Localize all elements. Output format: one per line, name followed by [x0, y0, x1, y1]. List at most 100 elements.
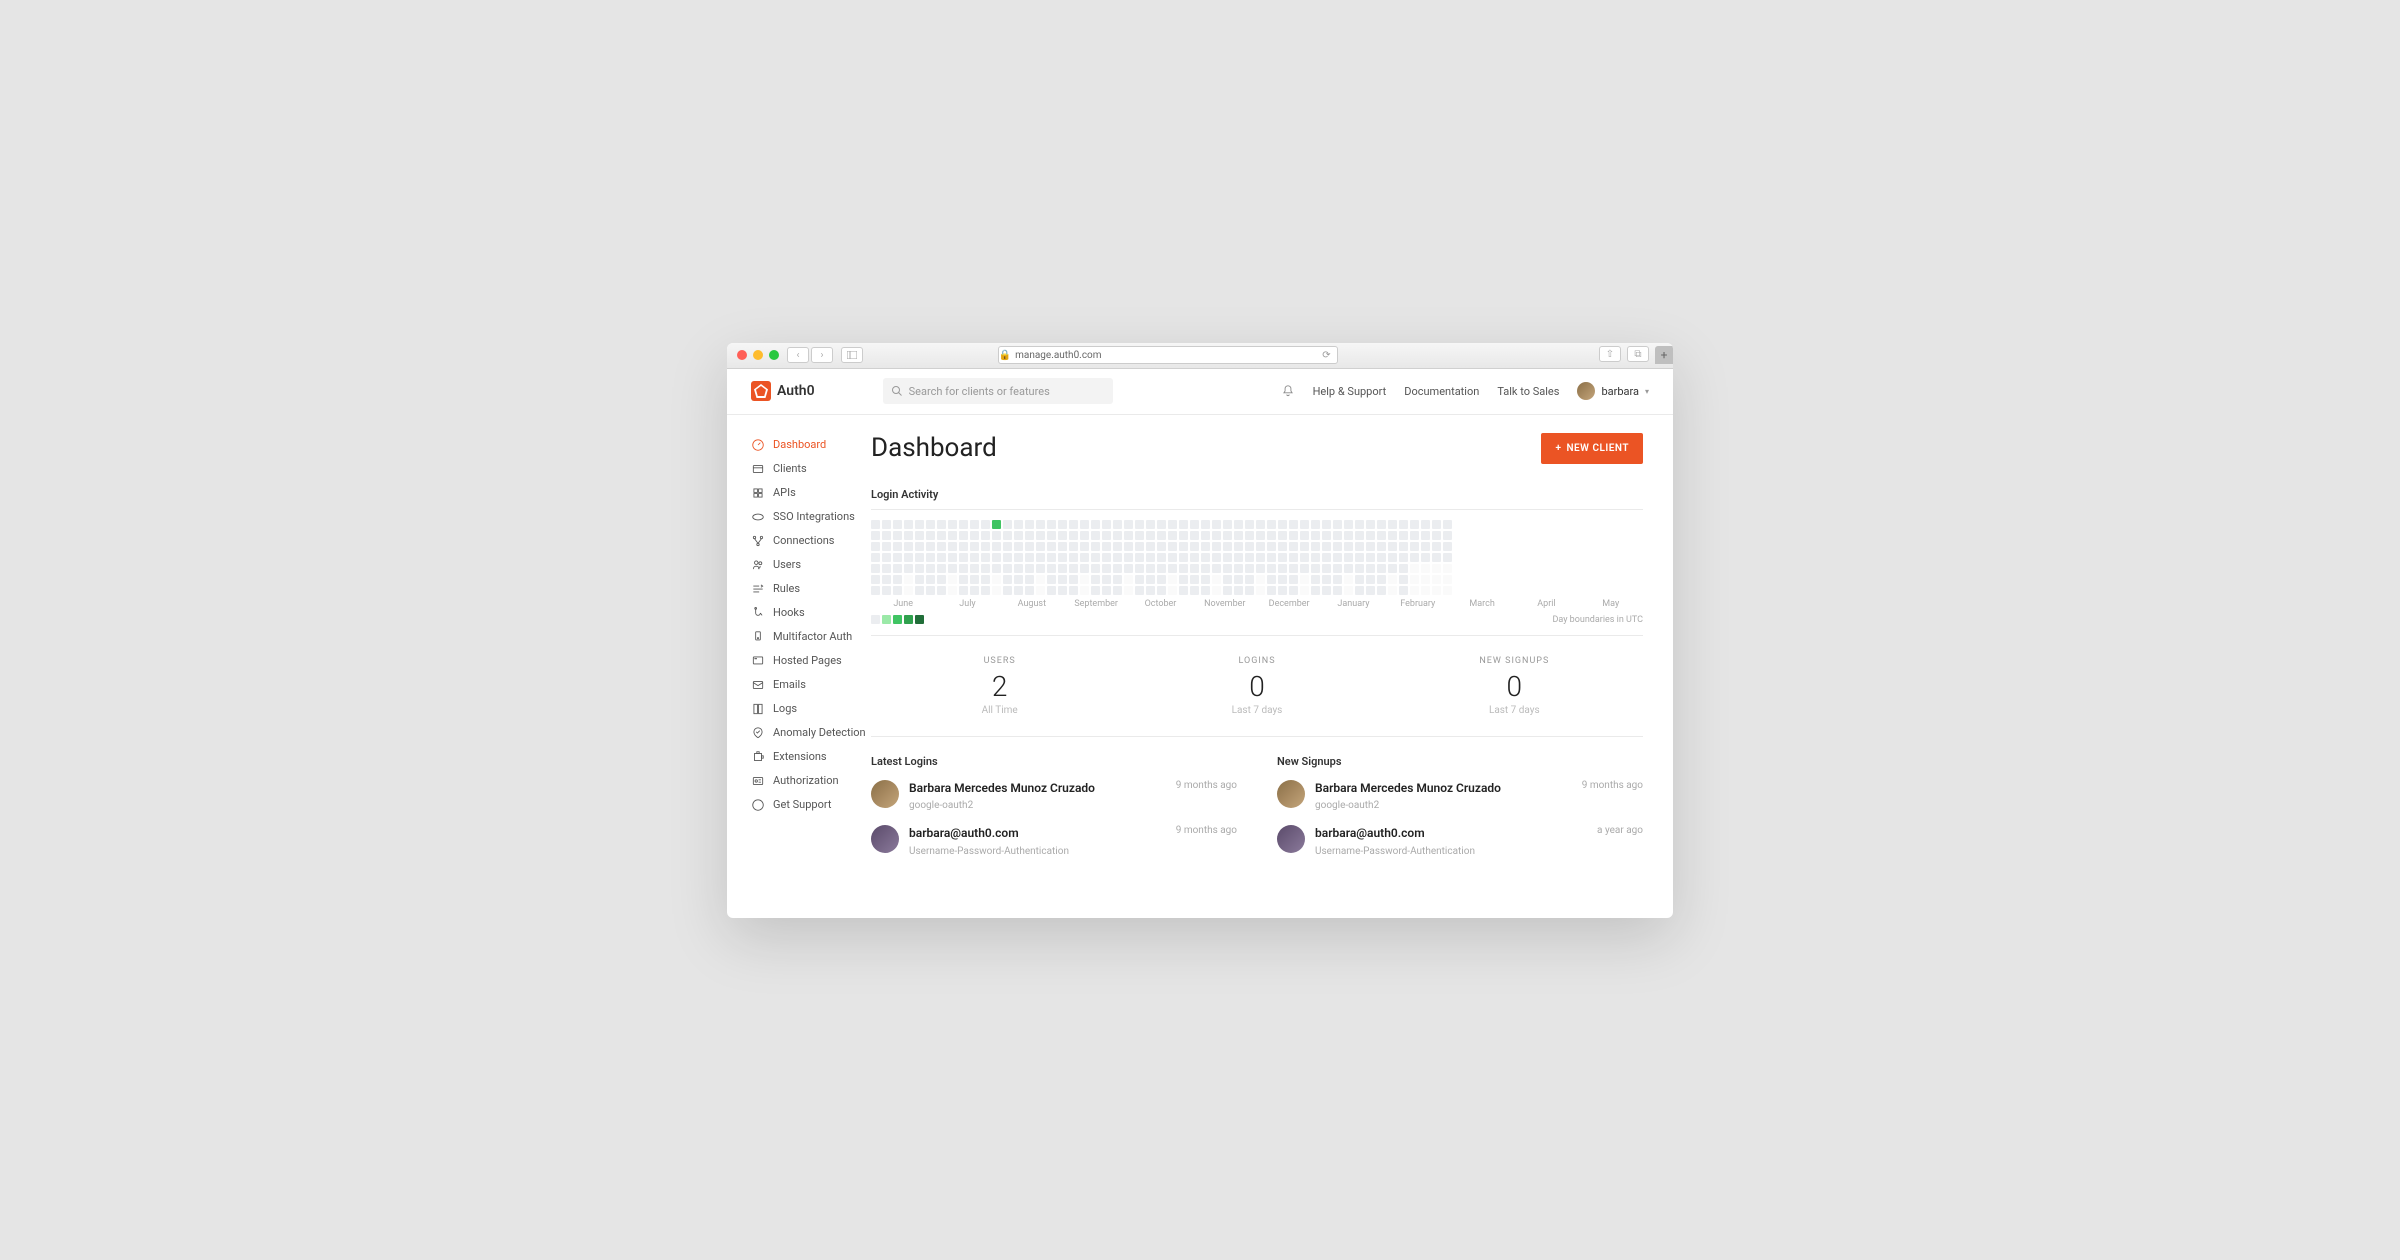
sidebar-item-label: Hosted Pages: [773, 654, 842, 667]
back-button[interactable]: ‹: [787, 347, 809, 363]
list-item[interactable]: barbara@auth0.comUsername-Password-Authe…: [871, 825, 1237, 857]
avatar: [871, 780, 899, 808]
page-title: Dashboard: [871, 433, 997, 463]
maximize-window-icon[interactable]: [769, 350, 779, 360]
forward-button[interactable]: ›: [811, 347, 833, 363]
help-link[interactable]: Help & Support: [1313, 385, 1387, 398]
activity-title: Login Activity: [871, 488, 1643, 501]
sidebar-item-hooks[interactable]: Hooks: [751, 601, 871, 625]
notifications-icon[interactable]: [1281, 384, 1295, 398]
browser-chrome: ‹ › 🔒 manage.auth0.com ⟳ ⇧ ⧉ +: [727, 343, 1673, 369]
sidebar-item-label: Anomaly Detection: [773, 726, 866, 739]
search-input[interactable]: Search for clients or features: [883, 378, 1113, 404]
sidebar: Dashboard Clients APIs SSO Integrations Conn…: [727, 415, 871, 918]
sidebar-item-label: Multifactor Auth: [773, 630, 852, 643]
new-client-button[interactable]: + NEW CLIENT: [1541, 433, 1643, 464]
avatar: [1577, 382, 1595, 400]
sidebar-item-label: Extensions: [773, 750, 827, 763]
support-icon: [751, 798, 765, 812]
close-window-icon[interactable]: [737, 350, 747, 360]
brand-logo[interactable]: Auth0: [751, 381, 815, 401]
list-item[interactable]: Barbara Mercedes Munoz Cruzadogoogle-oau…: [871, 780, 1237, 812]
anomaly-icon: [751, 726, 765, 740]
lock-icon: 🔒: [999, 350, 1011, 361]
sidebar-item-logs[interactable]: Logs: [751, 697, 871, 721]
apis-icon: [751, 486, 765, 500]
url-text: manage.auth0.com: [1015, 350, 1101, 361]
logs-icon: [751, 702, 765, 716]
app-topbar: Auth0 Search for clients or features Hel…: [727, 369, 1673, 415]
login-heatmap: [871, 520, 1643, 595]
share-icon[interactable]: ⇧: [1599, 346, 1621, 362]
logo-icon: [751, 381, 771, 401]
avatar: [1277, 780, 1305, 808]
sidebar-item-support[interactable]: Get Support: [751, 793, 871, 817]
authorization-icon: [751, 774, 765, 788]
stat-users: USERS2All Time: [871, 656, 1128, 716]
sidebar-item-label: Connections: [773, 534, 834, 547]
sidebar-item-hosted[interactable]: Hosted Pages: [751, 649, 871, 673]
hosted-icon: [751, 654, 765, 668]
avatar: [871, 825, 899, 853]
browser-window: ‹ › 🔒 manage.auth0.com ⟳ ⇧ ⧉ + Auth0 Sea…: [727, 343, 1673, 918]
extensions-icon: [751, 750, 765, 764]
tabs-icon[interactable]: ⧉: [1627, 346, 1649, 362]
sidebar-item-users[interactable]: Users: [751, 553, 871, 577]
sidebar-item-label: SSO Integrations: [773, 510, 855, 523]
stat-new-signups: NEW SIGNUPS0Last 7 days: [1386, 656, 1643, 716]
chevron-down-icon: ▾: [1645, 387, 1649, 396]
sidebar-item-clients[interactable]: Clients: [751, 457, 871, 481]
sidebar-item-label: Rules: [773, 582, 800, 595]
sidebar-item-authorization[interactable]: Authorization: [751, 769, 871, 793]
list-item[interactable]: barbara@auth0.comUsername-Password-Authe…: [1277, 825, 1643, 857]
new-tab-button[interactable]: +: [1655, 346, 1673, 364]
sidebar-item-label: Get Support: [773, 798, 831, 811]
logins-list: Latest Logins Barbara Mercedes Munoz Cruz…: [871, 755, 1237, 872]
docs-link[interactable]: Documentation: [1404, 385, 1479, 398]
heatmap-footer: Day boundaries in UTC: [1552, 615, 1643, 625]
sidebar-item-rules[interactable]: Rules: [751, 577, 871, 601]
emails-icon: [751, 678, 765, 692]
lists-row: Latest Logins Barbara Mercedes Munoz Cruz…: [871, 755, 1643, 872]
sidebar-item-label: Clients: [773, 462, 807, 475]
hooks-icon: [751, 606, 765, 620]
clients-icon: [751, 462, 765, 476]
list-title: New Signups: [1277, 755, 1643, 768]
heatmap-months: JuneJulyAugustSeptemberOctoberNovemberDe…: [871, 599, 1643, 609]
sidebar-item-anomaly[interactable]: Anomaly Detection: [751, 721, 871, 745]
sidebar-item-sso[interactable]: SSO Integrations: [751, 505, 871, 529]
sidebar-item-dashboard[interactable]: Dashboard: [751, 433, 871, 457]
plus-icon: +: [1555, 443, 1561, 454]
minimize-window-icon[interactable]: [753, 350, 763, 360]
sidebar-item-mfa[interactable]: Multifactor Auth: [751, 625, 871, 649]
sales-link[interactable]: Talk to Sales: [1497, 385, 1559, 398]
sidebar-item-label: Emails: [773, 678, 806, 691]
stats-row: USERS2All TimeLOGINS0Last 7 daysNEW SIGN…: [871, 636, 1643, 737]
user-menu[interactable]: barbara ▾: [1577, 382, 1649, 400]
stat-logins: LOGINS0Last 7 days: [1128, 656, 1385, 716]
sidebar-item-extensions[interactable]: Extensions: [751, 745, 871, 769]
sidebar-item-label: Users: [773, 558, 801, 571]
sso-icon: [751, 510, 765, 524]
main-content: Dashboard + NEW CLIENT Login Activity Ju…: [871, 415, 1673, 918]
reload-icon[interactable]: ⟳: [1322, 350, 1330, 361]
connections-icon: [751, 534, 765, 548]
signups-list: New Signups Barbara Mercedes Munoz Cruzad…: [1277, 755, 1643, 872]
window-controls: [737, 350, 779, 360]
sidebar-item-connections[interactable]: Connections: [751, 529, 871, 553]
heatmap-legend: [871, 615, 924, 624]
list-item[interactable]: Barbara Mercedes Munoz Cruzadogoogle-oau…: [1277, 780, 1643, 812]
sidebar-toggle-icon[interactable]: [841, 347, 863, 363]
sidebar-item-label: Authorization: [773, 774, 839, 787]
sidebar-item-label: Logs: [773, 702, 797, 715]
mfa-icon: [751, 630, 765, 644]
list-title: Latest Logins: [871, 755, 1237, 768]
sidebar-item-apis[interactable]: APIs: [751, 481, 871, 505]
sidebar-item-emails[interactable]: Emails: [751, 673, 871, 697]
users-icon: [751, 558, 765, 572]
url-bar[interactable]: 🔒 manage.auth0.com ⟳: [998, 346, 1338, 364]
search-icon: [891, 385, 903, 397]
activity-section: JuneJulyAugustSeptemberOctoberNovemberDe…: [871, 509, 1643, 636]
sidebar-item-label: Hooks: [773, 606, 805, 619]
dashboard-icon: [751, 438, 765, 452]
